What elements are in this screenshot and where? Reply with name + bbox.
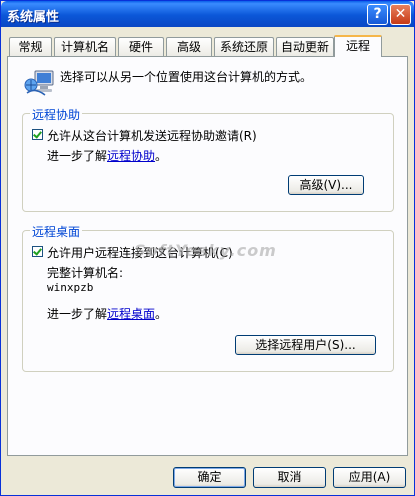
watermark-text: SoftYesky.com bbox=[134, 241, 277, 260]
learn-more-suffix: 。 bbox=[155, 307, 168, 321]
title-bar[interactable]: 系统属性 ? ✕ bbox=[1, 1, 414, 27]
help-icon[interactable]: ? bbox=[367, 4, 388, 25]
system-properties-window: 系统属性 ? ✕ 常规 计算机名 硬件 高级 系统还原 自动更新 远程 选择可以… bbox=[0, 0, 415, 496]
remote-assistance-checkbox[interactable] bbox=[32, 129, 43, 140]
computer-name-value: winxpzb bbox=[47, 281, 94, 294]
learn-more-suffix: 。 bbox=[155, 149, 168, 163]
learn-more-prefix: 进一步了解 bbox=[47, 307, 108, 321]
remote-assistance-learn-more: 进一步了解远程协助。 bbox=[47, 147, 167, 164]
tab-hardware[interactable]: 硬件 bbox=[118, 37, 164, 56]
tab-general[interactable]: 常规 bbox=[9, 37, 52, 56]
window-title: 系统属性 bbox=[7, 10, 60, 25]
select-remote-users-button[interactable]: 选择远程用户(S)... bbox=[235, 335, 376, 355]
tab-remote[interactable]: 远程 bbox=[334, 35, 382, 57]
tab-advanced[interactable]: 高级 bbox=[166, 37, 212, 56]
cancel-button[interactable]: 取消 bbox=[253, 467, 326, 488]
remote-desktop-link[interactable]: 远程桌面 bbox=[107, 307, 155, 321]
remote-desktop-checkbox[interactable] bbox=[32, 246, 43, 257]
ok-button[interactable]: 确定 bbox=[173, 467, 246, 488]
tab-system-restore[interactable]: 系统还原 bbox=[214, 37, 274, 56]
remote-assistance-group: 远程协助 允许从这台计算机发送远程协助邀请(R) 进一步了解远程协助。 高级(V… bbox=[22, 106, 394, 212]
close-icon[interactable]: ✕ bbox=[390, 4, 411, 25]
remote-assistance-legend: 远程协助 bbox=[30, 106, 83, 123]
tab-computer-name[interactable]: 计算机名 bbox=[54, 37, 116, 56]
apply-button[interactable]: 应用(A) bbox=[333, 467, 406, 488]
remote-desktop-legend: 远程桌面 bbox=[30, 223, 83, 240]
remote-desktop-learn-more: 进一步了解远程桌面。 bbox=[47, 305, 167, 322]
network-computer-icon bbox=[24, 70, 54, 96]
computer-name-label: 完整计算机名: bbox=[47, 266, 124, 280]
tab-automatic-updates[interactable]: 自动更新 bbox=[276, 37, 334, 56]
learn-more-prefix: 进一步了解 bbox=[47, 149, 108, 163]
remote-assistance-link[interactable]: 远程协助 bbox=[107, 149, 155, 163]
intro-text: 选择可以从另一个位置使用这台计算机的方式。 bbox=[60, 70, 313, 84]
advanced-button[interactable]: 高级(V)... bbox=[288, 175, 364, 195]
remote-assistance-checkbox-label[interactable]: 允许从这台计算机发送远程协助邀请(R) bbox=[47, 127, 257, 144]
